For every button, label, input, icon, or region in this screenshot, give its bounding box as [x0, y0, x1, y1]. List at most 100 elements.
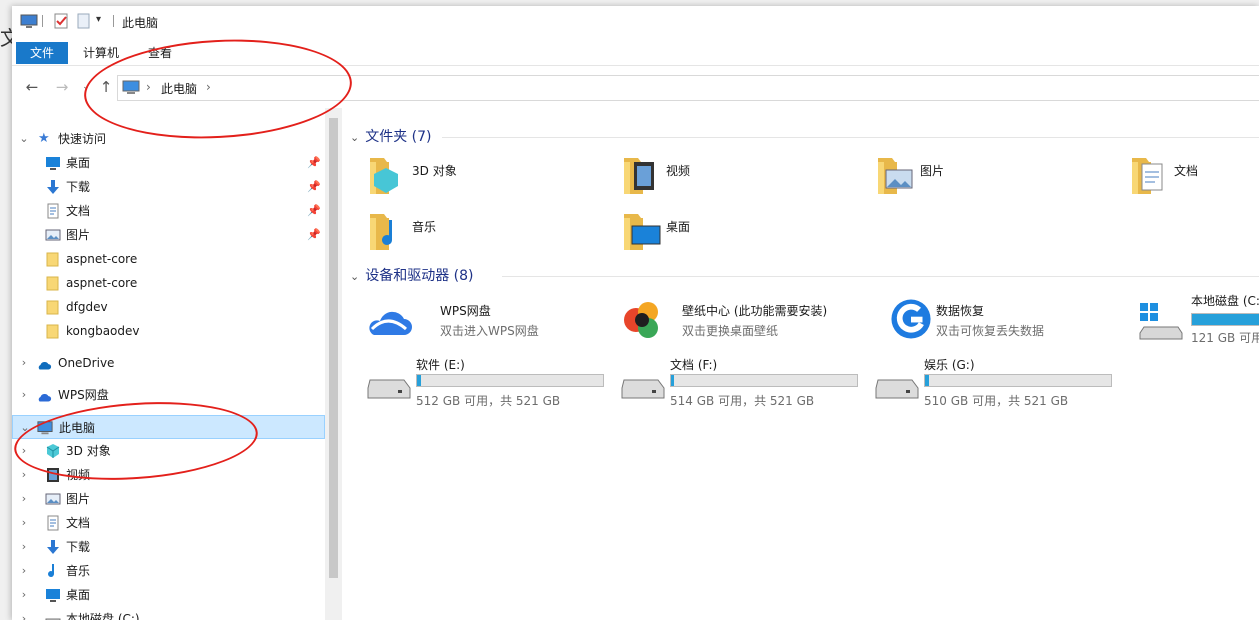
sidebar-item[interactable]: 文档 📌: [12, 199, 325, 223]
sidebar-item-label: 桌面: [66, 588, 91, 602]
folder-tile[interactable]: 音乐: [366, 208, 616, 258]
forward-arrow-icon[interactable]: →: [54, 79, 70, 95]
sidebar-item[interactable]: 下载 📌: [12, 175, 325, 199]
sidebar-item-label: aspnet-core: [66, 252, 138, 266]
folder-icon: [45, 299, 61, 315]
back-arrow-icon[interactable]: ←: [24, 79, 40, 95]
device-data-recovery[interactable]: 数据恢复 双击可恢复丢失数据: [874, 296, 1124, 346]
document-icon: [45, 515, 61, 531]
drive-free-space: 121 GB 可用,: [1191, 331, 1259, 345]
cloud-icon: [38, 361, 52, 370]
section-title: 设备和驱动器 (8): [365, 268, 474, 284]
drive-icon: [367, 379, 411, 399]
sidebar-item-label: 音乐: [66, 564, 91, 578]
drive-tile[interactable]: 文档 (F:) 514 GB 可用，共 521 GB: [620, 350, 870, 410]
sidebar-item-label: 桌面: [66, 156, 91, 170]
wallpaper-center-icon: [624, 302, 658, 338]
device-wallpaper-center[interactable]: 壁纸中心 (此功能需要安装) 双击更换桌面壁纸: [620, 296, 890, 346]
sidebar-item[interactable]: kongbaodev: [12, 319, 325, 343]
drive-usage-bar: [416, 374, 604, 387]
folder-tile[interactable]: 文档: [1128, 152, 1259, 202]
drive-tile[interactable]: 娱乐 (G:) 510 GB 可用，共 521 GB: [874, 350, 1124, 410]
sidebar-item-onedrive[interactable]: › OneDrive: [12, 351, 325, 375]
sidebar-item-label: aspnet-core: [66, 276, 138, 290]
main-content: ⌄ 文件夹 (7) 3D 对象 视频 图片 文档音乐 桌面 ⌄ 设备和驱动器 (8) WPS…: [342, 108, 1259, 620]
folder-tile[interactable]: 桌面: [620, 208, 870, 258]
music-icon: [45, 563, 61, 579]
drive-icon: [45, 611, 61, 620]
collapsed-chevron-icon[interactable]: ›: [18, 511, 30, 535]
folder-name: 音乐: [412, 220, 437, 234]
sidebar-item-label: OneDrive: [58, 356, 115, 370]
collapsed-chevron-icon[interactable]: ›: [18, 607, 30, 620]
device-wps-cloud[interactable]: WPS网盘 双击进入WPS网盘: [366, 296, 616, 346]
download-icon: [45, 179, 61, 195]
customize-toolbar-icon[interactable]: ▾: [96, 14, 101, 25]
navigation-pane: ⌄ ★ 快速访问 桌面 📌 下载 📌 文档 📌 图片 📌 aspnet-core aspnet-c…: [12, 118, 325, 620]
tab-file[interactable]: 文件: [16, 42, 69, 64]
devices-section-header[interactable]: ⌄ 设备和驱动器 (8): [350, 265, 474, 285]
sidebar-item[interactable]: dfgdev: [12, 295, 325, 319]
scrollbar-thumb[interactable]: [329, 118, 338, 578]
properties-icon[interactable]: [52, 12, 70, 30]
collapsed-chevron-icon[interactable]: ›: [18, 583, 30, 607]
3d-objects-folder-icon: [370, 158, 398, 194]
pin-icon[interactable]: 📌: [307, 175, 321, 199]
pin-icon[interactable]: 📌: [307, 199, 321, 223]
expanded-chevron-icon[interactable]: ⌄: [350, 270, 359, 283]
drive-name: 文档 (F:): [670, 358, 718, 372]
sidebar-item-label: kongbaodev: [66, 324, 140, 338]
sidebar-item[interactable]: › 桌面: [12, 583, 325, 607]
windows-drive-icon: [1139, 303, 1183, 340]
sidebar-item-label: 本地磁盘 (C:): [66, 612, 140, 620]
sidebar-scrollbar[interactable]: [325, 108, 342, 620]
collapsed-chevron-icon[interactable]: ›: [18, 351, 30, 375]
collapsed-chevron-icon[interactable]: ›: [18, 487, 30, 511]
folder-tile[interactable]: 3D 对象: [366, 152, 616, 202]
sidebar-item-label: 图片: [66, 492, 91, 506]
folder-icon: [45, 251, 61, 267]
folder-tile[interactable]: 图片: [874, 152, 1124, 202]
drive-icon: [875, 379, 919, 399]
wps-cloud-icon: [38, 393, 52, 402]
sidebar-item-label: 图片: [66, 228, 91, 242]
expanded-chevron-icon[interactable]: ⌄: [18, 127, 30, 151]
computer-icon[interactable]: [20, 12, 38, 30]
divider: [442, 137, 1259, 138]
drive-usage-bar: [1191, 313, 1259, 326]
sidebar-item[interactable]: › 音乐: [12, 559, 325, 583]
desktop-icon: [45, 587, 61, 603]
document-icon: [45, 203, 61, 219]
drive-icon: [621, 379, 665, 399]
drive-c[interactable]: 本地磁盘 (C:) 121 GB 可用,: [1128, 292, 1259, 345]
sidebar-item[interactable]: › 文档: [12, 511, 325, 535]
pictures-folder-icon: [878, 158, 913, 194]
section-title: 文件夹 (7): [365, 129, 432, 145]
collapsed-chevron-icon[interactable]: ›: [18, 535, 30, 559]
sidebar-item[interactable]: 桌面 📌: [12, 151, 325, 175]
data-recovery-icon: [891, 299, 931, 339]
sidebar-item-label: 文档: [66, 516, 91, 530]
collapsed-chevron-icon[interactable]: ›: [18, 383, 30, 407]
sidebar-item[interactable]: › 本地磁盘 (C:): [12, 607, 325, 620]
folders-section-header[interactable]: ⌄ 文件夹 (7): [350, 126, 432, 146]
sidebar-item[interactable]: › 图片: [12, 487, 325, 511]
sidebar-item[interactable]: › 下载: [12, 535, 325, 559]
folder-name: 3D 对象: [412, 164, 457, 178]
collapsed-chevron-icon[interactable]: ›: [18, 559, 30, 583]
sidebar-item[interactable]: 图片 📌: [12, 223, 325, 247]
sidebar-item[interactable]: aspnet-core: [12, 247, 325, 271]
pin-icon[interactable]: 📌: [307, 151, 321, 175]
download-icon: [45, 539, 61, 555]
device-description: 双击更换桌面壁纸: [682, 324, 779, 338]
folder-tile[interactable]: 视频: [620, 152, 870, 202]
collapsed-chevron-icon[interactable]: ›: [18, 463, 30, 487]
drive-free-space: 510 GB 可用，共 521 GB: [924, 394, 1069, 408]
pin-icon[interactable]: 📌: [307, 223, 321, 247]
divider: [502, 276, 1259, 277]
device-name: 壁纸中心 (此功能需要安装): [682, 304, 828, 318]
expanded-chevron-icon[interactable]: ⌄: [350, 131, 359, 144]
sidebar-item[interactable]: aspnet-core: [12, 271, 325, 295]
new-folder-icon[interactable]: [74, 12, 92, 30]
drive-tile[interactable]: 软件 (E:) 512 GB 可用，共 521 GB: [366, 350, 616, 410]
